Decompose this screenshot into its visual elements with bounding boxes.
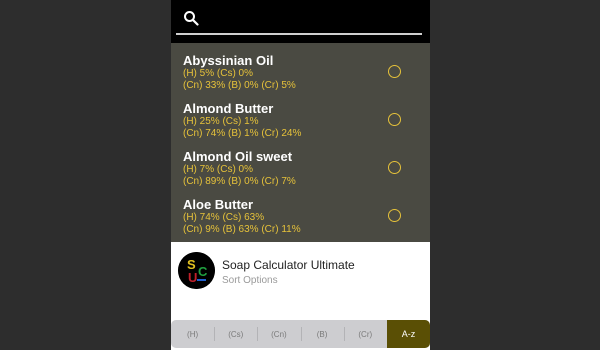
app-screen: Abyssinian Oil (H) 5% (Cs) 0% (Cn) 33% (… bbox=[171, 0, 430, 350]
svg-text:U: U bbox=[188, 270, 197, 285]
oil-properties-line1: (H) 25% (Cs) 1% bbox=[183, 116, 259, 127]
oil-name: Almond Oil sweet bbox=[183, 149, 293, 164]
oil-properties-line2: (Cn) 74% (B) 1% (Cr) 24% bbox=[183, 128, 302, 139]
list-item-oil[interactable]: Almond Butter (H) 25% (Cs) 1% (Cn) 74% (… bbox=[171, 96, 430, 144]
oil-properties-line1: (H) 74% (Cs) 63% bbox=[183, 212, 265, 223]
sort-button-cs[interactable]: (Cs) bbox=[214, 320, 257, 348]
sort-button-cn[interactable]: (Cn) bbox=[257, 320, 300, 348]
oil-name: Almond Butter bbox=[183, 101, 274, 116]
oil-list: Abyssinian Oil (H) 5% (Cs) 0% (Cn) 33% (… bbox=[171, 48, 430, 240]
sort-button-b[interactable]: (B) bbox=[300, 320, 344, 348]
search-input[interactable] bbox=[176, 33, 422, 35]
oil-properties-line2: (Cn) 89% (B) 0% (Cr) 7% bbox=[183, 176, 296, 187]
sheet-subtitle: Sort Options bbox=[222, 275, 278, 286]
app-logo-icon: S U C bbox=[178, 252, 215, 289]
list-item-oil[interactable]: Aloe Butter (H) 74% (Cs) 63% (Cn) 9% (B)… bbox=[171, 192, 430, 240]
oil-properties-line1: (H) 5% (Cs) 0% bbox=[183, 68, 254, 79]
select-radio[interactable] bbox=[388, 209, 401, 222]
select-radio[interactable] bbox=[388, 161, 401, 174]
select-radio[interactable] bbox=[388, 113, 401, 126]
sort-toggle-group: (H) (Cs) (Cn) (B) (Cr) A-z bbox=[171, 320, 430, 348]
oil-properties-line2: (Cn) 9% (B) 63% (Cr) 11% bbox=[183, 224, 301, 235]
sort-button-cr[interactable]: (Cr) bbox=[343, 320, 387, 348]
list-item-oil[interactable]: Abyssinian Oil (H) 5% (Cs) 0% (Cn) 33% (… bbox=[171, 48, 430, 96]
oil-name: Aloe Butter bbox=[183, 197, 254, 212]
sort-button-h[interactable]: (H) bbox=[171, 320, 214, 348]
svg-text:C: C bbox=[198, 264, 208, 279]
oil-properties-line1: (H) 7% (Cs) 0% bbox=[183, 164, 254, 175]
select-radio[interactable] bbox=[388, 65, 401, 78]
app-title: Soap Calculator Ultimate bbox=[222, 258, 355, 272]
oil-properties-line2: (Cn) 33% (B) 0% (Cr) 5% bbox=[183, 80, 296, 91]
list-item-oil[interactable]: Almond Oil sweet (H) 7% (Cs) 0% (Cn) 89%… bbox=[171, 144, 430, 192]
oil-name: Abyssinian Oil bbox=[183, 53, 274, 68]
search-bar[interactable] bbox=[171, 0, 430, 43]
sort-button-az[interactable]: A-z bbox=[386, 320, 430, 348]
search-icon[interactable] bbox=[183, 10, 199, 26]
sort-options-sheet: S U C Soap Calculator Ultimate Sort Opti… bbox=[171, 242, 430, 350]
